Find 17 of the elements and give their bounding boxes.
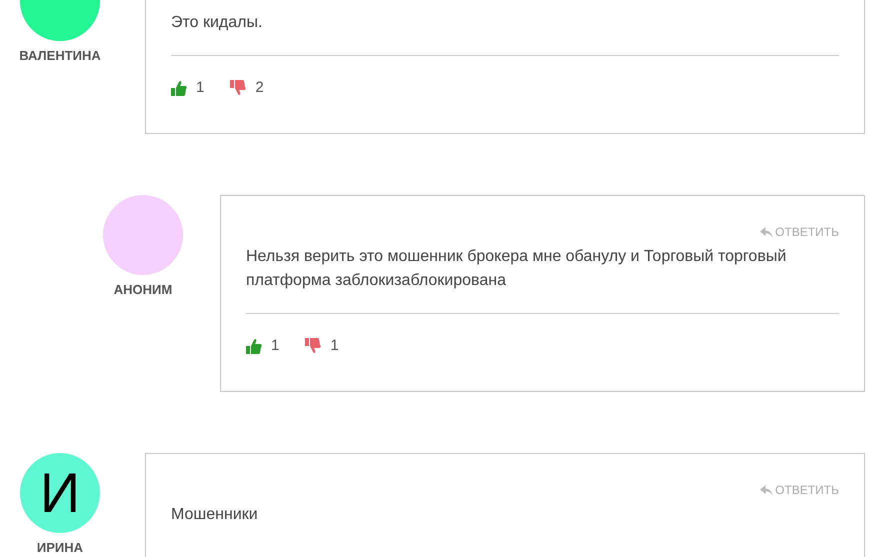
comment-text: Это кидалы. [171,13,264,33]
thumbs-down-icon [230,80,246,96]
author-name: ВАЛЕНТИНА [19,48,101,63]
reply-arrow-icon [760,484,774,496]
comment-text: Нельзя верить это мошенник брокера мне обанулу и Торговый торговый платформа заблокизаблокирована [246,247,788,291]
author-name: АНОНИМ [114,282,172,297]
like-button[interactable]: 1 [171,79,204,96]
reply-arrow-icon [760,226,774,238]
dislike-button[interactable]: 2 [230,79,264,96]
thumbs-up-icon [171,80,187,96]
comment-text: Мошенники [171,505,259,525]
avatar: И [20,453,100,533]
thumbs-down-icon [305,338,322,354]
like-button[interactable]: 1 [246,337,280,354]
author-name: ИРИНА [36,540,84,555]
thumbs-up-icon [246,338,262,354]
dislike-button[interactable]: 1 [305,337,339,354]
